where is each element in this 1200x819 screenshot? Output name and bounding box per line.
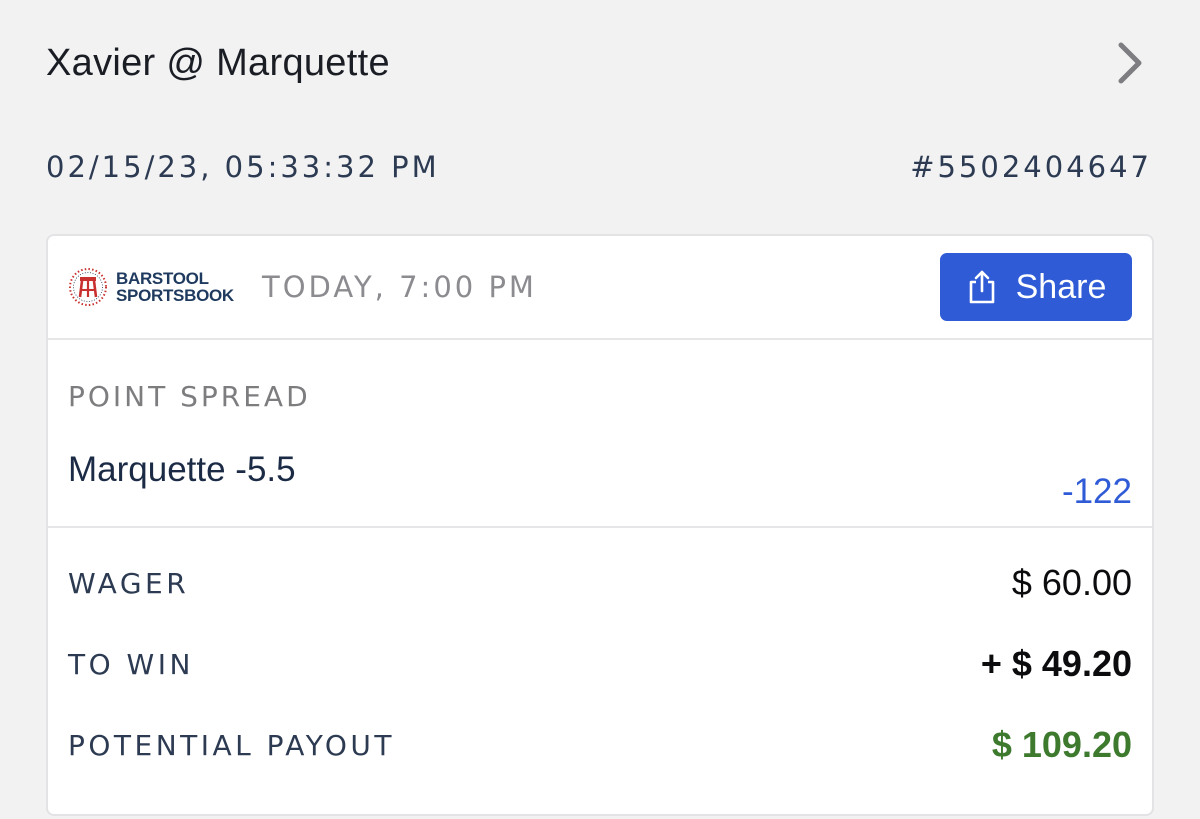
odds-value: -122 xyxy=(1061,472,1132,511)
to-win-row: TO WIN + $ 49.20 xyxy=(68,639,1132,689)
brand-line-1: BARSTOOL xyxy=(116,269,209,288)
share-button[interactable]: Share xyxy=(940,253,1132,321)
chevron-right-icon[interactable] xyxy=(1110,33,1150,93)
brand-line-2: SPORTSBOOK xyxy=(116,286,234,305)
bet-id: #5502404647 xyxy=(910,150,1152,184)
bet-card: BARSTOOL SPORTSBOOK TODAY, 7:00 PM Share… xyxy=(46,234,1154,816)
wager-label: WAGER xyxy=(68,566,190,600)
wager-row: WAGER $ 60.00 xyxy=(68,558,1132,608)
event-title: Xavier @ Marquette xyxy=(46,41,390,84)
placed-timestamp: 02/15/23, 05:33:32 PM xyxy=(46,150,440,184)
card-header: BARSTOOL SPORTSBOOK TODAY, 7:00 PM Share xyxy=(48,236,1152,340)
payout-row: POTENTIAL PAYOUT $ 109.20 xyxy=(68,720,1132,770)
payout-value: $ 109.20 xyxy=(991,724,1132,765)
brand-wordmark: BARSTOOL SPORTSBOOK xyxy=(116,270,234,304)
to-win-label: TO WIN xyxy=(68,647,194,681)
brand-logo: BARSTOOL SPORTSBOOK xyxy=(68,267,258,307)
event-start-time: TODAY, 7:00 PM xyxy=(262,270,537,304)
barstool-seal-icon xyxy=(69,268,107,306)
bet-summary: WAGER $ 60.00 TO WIN + $ 49.20 POTENTIAL… xyxy=(48,528,1152,814)
selection-name: Marquette -5.5 xyxy=(68,450,296,489)
market-label: POINT SPREAD xyxy=(68,380,311,413)
share-icon xyxy=(969,270,994,304)
to-win-value: + $ 49.20 xyxy=(980,643,1132,684)
bet-header[interactable]: Xavier @ Marquette xyxy=(46,28,1150,98)
wager-value: $ 60.00 xyxy=(1011,562,1132,603)
payout-label: POTENTIAL PAYOUT xyxy=(68,728,395,762)
bet-meta: 02/15/23, 05:33:32 PM #5502404647 xyxy=(46,140,1152,194)
bet-selection: POINT SPREAD Marquette -5.5 -122 xyxy=(48,340,1152,528)
share-label: Share xyxy=(1015,267,1107,306)
